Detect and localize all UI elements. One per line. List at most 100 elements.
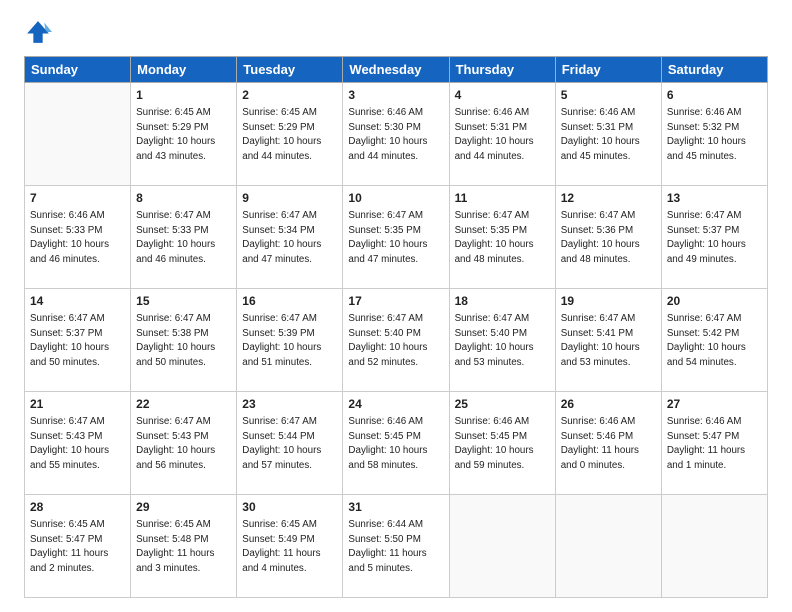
- day-number: 12: [561, 190, 656, 207]
- day-number: 19: [561, 293, 656, 310]
- day-info: Sunrise: 6:47 AM Sunset: 5:37 PM Dayligh…: [667, 210, 746, 265]
- day-number: 7: [30, 190, 125, 207]
- day-number: 22: [136, 396, 231, 413]
- day-info: Sunrise: 6:47 AM Sunset: 5:36 PM Dayligh…: [561, 210, 640, 265]
- day-info: Sunrise: 6:45 AM Sunset: 5:48 PM Dayligh…: [136, 519, 214, 574]
- day-info: Sunrise: 6:45 AM Sunset: 5:29 PM Dayligh…: [242, 107, 321, 162]
- day-info: Sunrise: 6:47 AM Sunset: 5:40 PM Dayligh…: [455, 313, 534, 368]
- day-info: Sunrise: 6:46 AM Sunset: 5:33 PM Dayligh…: [30, 210, 109, 265]
- day-number: 6: [667, 87, 762, 104]
- day-number: 24: [348, 396, 443, 413]
- day-number: 26: [561, 396, 656, 413]
- day-number: 25: [455, 396, 550, 413]
- day-info: Sunrise: 6:47 AM Sunset: 5:37 PM Dayligh…: [30, 313, 109, 368]
- day-number: 30: [242, 499, 337, 516]
- calendar-cell: 8 Sunrise: 6:47 AM Sunset: 5:33 PM Daylig…: [131, 186, 237, 289]
- day-number: 15: [136, 293, 231, 310]
- weekday-header-thursday: Thursday: [449, 57, 555, 83]
- day-number: 23: [242, 396, 337, 413]
- day-info: Sunrise: 6:46 AM Sunset: 5:45 PM Dayligh…: [348, 416, 427, 471]
- day-info: Sunrise: 6:45 AM Sunset: 5:49 PM Dayligh…: [242, 519, 320, 574]
- day-info: Sunrise: 6:46 AM Sunset: 5:31 PM Dayligh…: [561, 107, 640, 162]
- day-info: Sunrise: 6:47 AM Sunset: 5:43 PM Dayligh…: [136, 416, 215, 471]
- day-info: Sunrise: 6:47 AM Sunset: 5:41 PM Dayligh…: [561, 313, 640, 368]
- day-info: Sunrise: 6:47 AM Sunset: 5:34 PM Dayligh…: [242, 210, 321, 265]
- day-info: Sunrise: 6:47 AM Sunset: 5:39 PM Dayligh…: [242, 313, 321, 368]
- calendar-cell: [25, 83, 131, 186]
- calendar-cell: 7 Sunrise: 6:46 AM Sunset: 5:33 PM Daylig…: [25, 186, 131, 289]
- weekday-header-saturday: Saturday: [661, 57, 767, 83]
- day-number: 8: [136, 190, 231, 207]
- day-number: 2: [242, 87, 337, 104]
- day-number: 31: [348, 499, 443, 516]
- day-number: 4: [455, 87, 550, 104]
- calendar-cell: 25 Sunrise: 6:46 AM Sunset: 5:45 PM Dayli…: [449, 392, 555, 495]
- calendar-cell: 2 Sunrise: 6:45 AM Sunset: 5:29 PM Daylig…: [237, 83, 343, 186]
- calendar-cell: 16 Sunrise: 6:47 AM Sunset: 5:39 PM Dayli…: [237, 289, 343, 392]
- day-number: 27: [667, 396, 762, 413]
- weekday-header-sunday: Sunday: [25, 57, 131, 83]
- day-info: Sunrise: 6:47 AM Sunset: 5:38 PM Dayligh…: [136, 313, 215, 368]
- calendar-cell: 13Sunrise: 6:47 AM Sunset: 5:37 PM Dayli…: [661, 186, 767, 289]
- calendar-cell: 19 Sunrise: 6:47 AM Sunset: 5:41 PM Dayli…: [555, 289, 661, 392]
- calendar-cell: [449, 495, 555, 598]
- day-info: Sunrise: 6:45 AM Sunset: 5:29 PM Dayligh…: [136, 107, 215, 162]
- calendar-cell: 21Sunrise: 6:47 AM Sunset: 5:43 PM Dayli…: [25, 392, 131, 495]
- day-number: 16: [242, 293, 337, 310]
- day-info: Sunrise: 6:45 AM Sunset: 5:47 PM Dayligh…: [30, 519, 108, 574]
- day-info: Sunrise: 6:46 AM Sunset: 5:47 PM Dayligh…: [667, 416, 745, 471]
- weekday-header-tuesday: Tuesday: [237, 57, 343, 83]
- day-number: 10: [348, 190, 443, 207]
- calendar-cell: 24 Sunrise: 6:46 AM Sunset: 5:45 PM Dayli…: [343, 392, 449, 495]
- weekday-header-wednesday: Wednesday: [343, 57, 449, 83]
- logo-icon: [24, 18, 52, 46]
- calendar-cell: 20Sunrise: 6:47 AM Sunset: 5:42 PM Dayli…: [661, 289, 767, 392]
- day-number: 5: [561, 87, 656, 104]
- calendar-cell: 6 Sunrise: 6:46 AM Sunset: 5:32 PM Daylig…: [661, 83, 767, 186]
- weekday-header-friday: Friday: [555, 57, 661, 83]
- calendar-cell: 23 Sunrise: 6:47 AM Sunset: 5:44 PM Dayli…: [237, 392, 343, 495]
- day-number: 20: [667, 293, 762, 310]
- day-info: Sunrise: 6:46 AM Sunset: 5:46 PM Dayligh…: [561, 416, 639, 471]
- day-number: 29: [136, 499, 231, 516]
- week-row-3: 21Sunrise: 6:47 AM Sunset: 5:43 PM Dayli…: [25, 392, 768, 495]
- calendar-cell: 15 Sunrise: 6:47 AM Sunset: 5:38 PM Dayli…: [131, 289, 237, 392]
- calendar-cell: [555, 495, 661, 598]
- calendar-cell: 3 Sunrise: 6:46 AM Sunset: 5:30 PM Daylig…: [343, 83, 449, 186]
- calendar-cell: 27 Sunrise: 6:46 AM Sunset: 5:47 PM Dayli…: [661, 392, 767, 495]
- day-info: Sunrise: 6:44 AM Sunset: 5:50 PM Dayligh…: [348, 519, 426, 574]
- day-number: 28: [30, 499, 125, 516]
- calendar-cell: 4 Sunrise: 6:46 AM Sunset: 5:31 PM Daylig…: [449, 83, 555, 186]
- day-info: Sunrise: 6:46 AM Sunset: 5:32 PM Dayligh…: [667, 107, 746, 162]
- day-info: Sunrise: 6:46 AM Sunset: 5:31 PM Dayligh…: [455, 107, 534, 162]
- calendar-cell: 12 Sunrise: 6:47 AM Sunset: 5:36 PM Dayli…: [555, 186, 661, 289]
- day-info: Sunrise: 6:47 AM Sunset: 5:43 PM Dayligh…: [30, 416, 109, 471]
- calendar-cell: [661, 495, 767, 598]
- day-info: Sunrise: 6:47 AM Sunset: 5:44 PM Dayligh…: [242, 416, 321, 471]
- calendar-cell: 17 Sunrise: 6:47 AM Sunset: 5:40 PM Dayli…: [343, 289, 449, 392]
- calendar-cell: 31 Sunrise: 6:44 AM Sunset: 5:50 PM Dayli…: [343, 495, 449, 598]
- day-number: 1: [136, 87, 231, 104]
- day-number: 17: [348, 293, 443, 310]
- calendar-cell: 18 Sunrise: 6:47 AM Sunset: 5:40 PM Dayli…: [449, 289, 555, 392]
- day-number: 18: [455, 293, 550, 310]
- weekday-header-monday: Monday: [131, 57, 237, 83]
- calendar-cell: 11Sunrise: 6:47 AM Sunset: 5:35 PM Dayli…: [449, 186, 555, 289]
- weekday-header-row: SundayMondayTuesdayWednesdayThursdayFrid…: [25, 57, 768, 83]
- calendar-cell: 30 Sunrise: 6:45 AM Sunset: 5:49 PM Dayli…: [237, 495, 343, 598]
- header: [24, 18, 768, 46]
- calendar-cell: 29 Sunrise: 6:45 AM Sunset: 5:48 PM Dayli…: [131, 495, 237, 598]
- day-info: Sunrise: 6:47 AM Sunset: 5:33 PM Dayligh…: [136, 210, 215, 265]
- day-number: 3: [348, 87, 443, 104]
- calendar-cell: 9 Sunrise: 6:47 AM Sunset: 5:34 PM Daylig…: [237, 186, 343, 289]
- day-info: Sunrise: 6:47 AM Sunset: 5:40 PM Dayligh…: [348, 313, 427, 368]
- day-number: 9: [242, 190, 337, 207]
- calendar-cell: 1 Sunrise: 6:45 AM Sunset: 5:29 PM Daylig…: [131, 83, 237, 186]
- logo: [24, 18, 56, 46]
- calendar-table: SundayMondayTuesdayWednesdayThursdayFrid…: [24, 56, 768, 598]
- day-info: Sunrise: 6:47 AM Sunset: 5:35 PM Dayligh…: [455, 210, 534, 265]
- day-info: Sunrise: 6:47 AM Sunset: 5:35 PM Dayligh…: [348, 210, 427, 265]
- day-number: 14: [30, 293, 125, 310]
- day-info: Sunrise: 6:46 AM Sunset: 5:45 PM Dayligh…: [455, 416, 534, 471]
- day-info: Sunrise: 6:46 AM Sunset: 5:30 PM Dayligh…: [348, 107, 427, 162]
